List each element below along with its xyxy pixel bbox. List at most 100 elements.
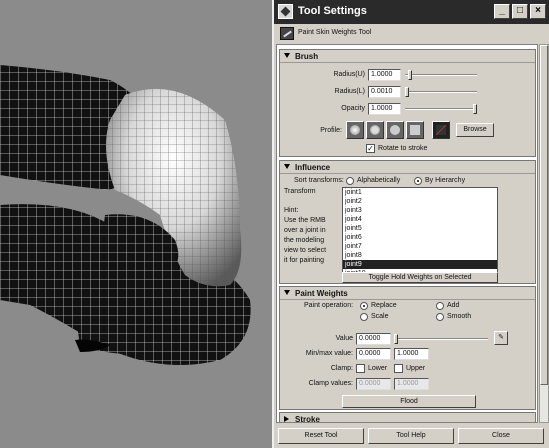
- influence-frame: Influence Sort transforms: Alphabeticall…: [279, 160, 536, 284]
- vertical-scrollbar[interactable]: [539, 44, 549, 423]
- custom-brush-icon[interactable]: [432, 121, 450, 139]
- joint-item-selected[interactable]: joint9: [343, 260, 497, 269]
- window-title: Tool Settings: [298, 5, 367, 17]
- radius-u-slider[interactable]: [405, 69, 477, 81]
- smooth-label: Smooth: [447, 313, 472, 320]
- opacity-label: Opacity: [341, 105, 365, 112]
- value-field[interactable]: 0.0000: [356, 333, 391, 345]
- replace-label: Replace: [371, 302, 397, 309]
- reset-tool-button[interactable]: Reset Tool: [278, 428, 364, 444]
- influence-frame-header[interactable]: Influence: [280, 161, 535, 174]
- brush-frame-header[interactable]: Brush: [280, 50, 535, 63]
- title-bar[interactable]: Tool Settings _ □ ×: [274, 0, 549, 24]
- slider-knob[interactable]: [408, 70, 412, 80]
- paint-operation-label: Paint operation:: [304, 302, 354, 309]
- browse-button[interactable]: Browse: [456, 123, 494, 137]
- solid-brush-icon[interactable]: [386, 121, 404, 139]
- hint-line-3: over a joint in: [284, 227, 326, 234]
- min-max-label: Min/max value:: [305, 350, 353, 357]
- tool-header: Paint Skin Weights Tool: [276, 25, 548, 42]
- paint-weights-title: Paint Weights: [295, 289, 348, 298]
- clamp-lower-checkbox[interactable]: [356, 364, 365, 373]
- joint-item[interactable]: joint1: [343, 188, 497, 197]
- radius-u-label: Radius(U): [333, 71, 365, 78]
- hint-line-4: the modeling: [284, 237, 325, 244]
- close-window-button[interactable]: ×: [530, 4, 546, 19]
- stroke-frame: Stroke: [279, 412, 536, 423]
- radius-l-slider[interactable]: [405, 86, 477, 98]
- collapse-arrow-icon: [284, 164, 290, 169]
- min-value-field[interactable]: 0.0000: [356, 348, 391, 360]
- sort-by-hierarchy-label: By Hierarchy: [425, 177, 466, 184]
- joint-item[interactable]: joint3: [343, 206, 497, 215]
- joint-list[interactable]: joint1 joint2 joint3 joint4 joint5 joint…: [342, 187, 498, 281]
- hint-line-2: Use the RMB: [284, 217, 326, 224]
- brush-title: Brush: [295, 52, 319, 61]
- eyedropper-icon[interactable]: ✎: [494, 331, 508, 345]
- add-radio[interactable]: [436, 302, 444, 310]
- settings-scroll-area[interactable]: Brush Radius(U) 1.0000 Radius(L) 0.0010 …: [276, 44, 538, 423]
- collapse-arrow-icon: [284, 53, 290, 58]
- joint-item[interactable]: joint6: [343, 233, 497, 242]
- expand-arrow-icon: [284, 416, 289, 422]
- slider-knob[interactable]: [473, 104, 477, 114]
- joint-item[interactable]: joint7: [343, 242, 497, 251]
- opacity-field[interactable]: 1.0000: [368, 103, 401, 115]
- brush-frame: Brush Radius(U) 1.0000 Radius(L) 0.0010 …: [279, 49, 536, 157]
- smooth-radio[interactable]: [436, 313, 444, 321]
- modeling-viewport[interactable]: [0, 0, 272, 448]
- soft-brush-icon[interactable]: [366, 121, 384, 139]
- paint-weights-frame-header[interactable]: Paint Weights: [280, 287, 535, 300]
- hint-line-5: view to select: [284, 247, 327, 254]
- transform-label: Transform: [284, 188, 316, 195]
- joint-item[interactable]: joint8: [343, 251, 497, 260]
- clamp-lower-label: Lower: [368, 365, 388, 372]
- close-button[interactable]: Close: [458, 428, 544, 444]
- influence-title: Influence: [295, 163, 331, 172]
- joint-item[interactable]: joint5: [343, 224, 497, 233]
- joint-item[interactable]: joint2: [343, 197, 497, 206]
- wireframe-mesh: [0, 65, 251, 365]
- bottom-button-bar: Reset Tool Tool Help Close: [276, 428, 548, 446]
- joint-item[interactable]: joint4: [343, 215, 497, 224]
- scrollbar-thumb[interactable]: [540, 45, 548, 385]
- radius-u-field[interactable]: 1.0000: [368, 69, 401, 81]
- clamp-label: Clamp:: [330, 365, 353, 372]
- maximize-button[interactable]: □: [512, 4, 528, 19]
- collapse-arrow-icon: [284, 290, 290, 295]
- sort-alphabetically-label: Alphabetically: [357, 177, 401, 184]
- sort-by-hierarchy-radio[interactable]: [414, 177, 422, 185]
- tool-name: Paint Skin Weights Tool: [298, 29, 372, 36]
- add-label: Add: [447, 302, 460, 309]
- tool-settings-window: Tool Settings _ □ × Paint Skin Weights T…: [272, 0, 549, 448]
- stroke-frame-header[interactable]: Stroke: [280, 413, 535, 423]
- slider-knob[interactable]: [405, 87, 409, 97]
- radius-l-field[interactable]: 0.0010: [368, 86, 401, 98]
- hint-line-6: it for painting: [284, 257, 325, 264]
- value-slider[interactable]: [394, 333, 488, 345]
- gaussian-brush-icon[interactable]: [346, 121, 364, 139]
- paint-skin-weights-icon: [280, 27, 294, 40]
- opacity-slider[interactable]: [405, 103, 477, 115]
- minimize-button[interactable]: _: [494, 4, 510, 19]
- scale-label: Scale: [371, 313, 389, 320]
- square-brush-icon[interactable]: [406, 121, 424, 139]
- profile-label: Profile:: [320, 127, 342, 134]
- sort-alphabetically-radio[interactable]: [346, 177, 354, 185]
- flood-button[interactable]: Flood: [342, 395, 476, 408]
- toggle-hold-weights-button[interactable]: Toggle Hold Weights on Selected: [342, 272, 498, 283]
- radius-l-label: Radius(L): [334, 88, 365, 95]
- max-value-field[interactable]: 1.0000: [394, 348, 429, 360]
- sort-transforms-label: Sort transforms:: [294, 177, 344, 184]
- scale-radio[interactable]: [360, 313, 368, 321]
- tool-help-button[interactable]: Tool Help: [368, 428, 454, 444]
- maya-app-icon: [278, 4, 293, 19]
- slider-knob[interactable]: [394, 334, 398, 344]
- stroke-title: Stroke: [295, 415, 320, 423]
- clamp-max-field[interactable]: 1.0000: [394, 378, 429, 390]
- clamp-upper-checkbox[interactable]: [394, 364, 403, 373]
- rotate-to-stroke-checkbox[interactable]: ✓: [366, 144, 375, 153]
- value-label: Value: [335, 335, 353, 342]
- replace-radio[interactable]: [360, 302, 368, 310]
- clamp-min-field[interactable]: 0.0000: [356, 378, 391, 390]
